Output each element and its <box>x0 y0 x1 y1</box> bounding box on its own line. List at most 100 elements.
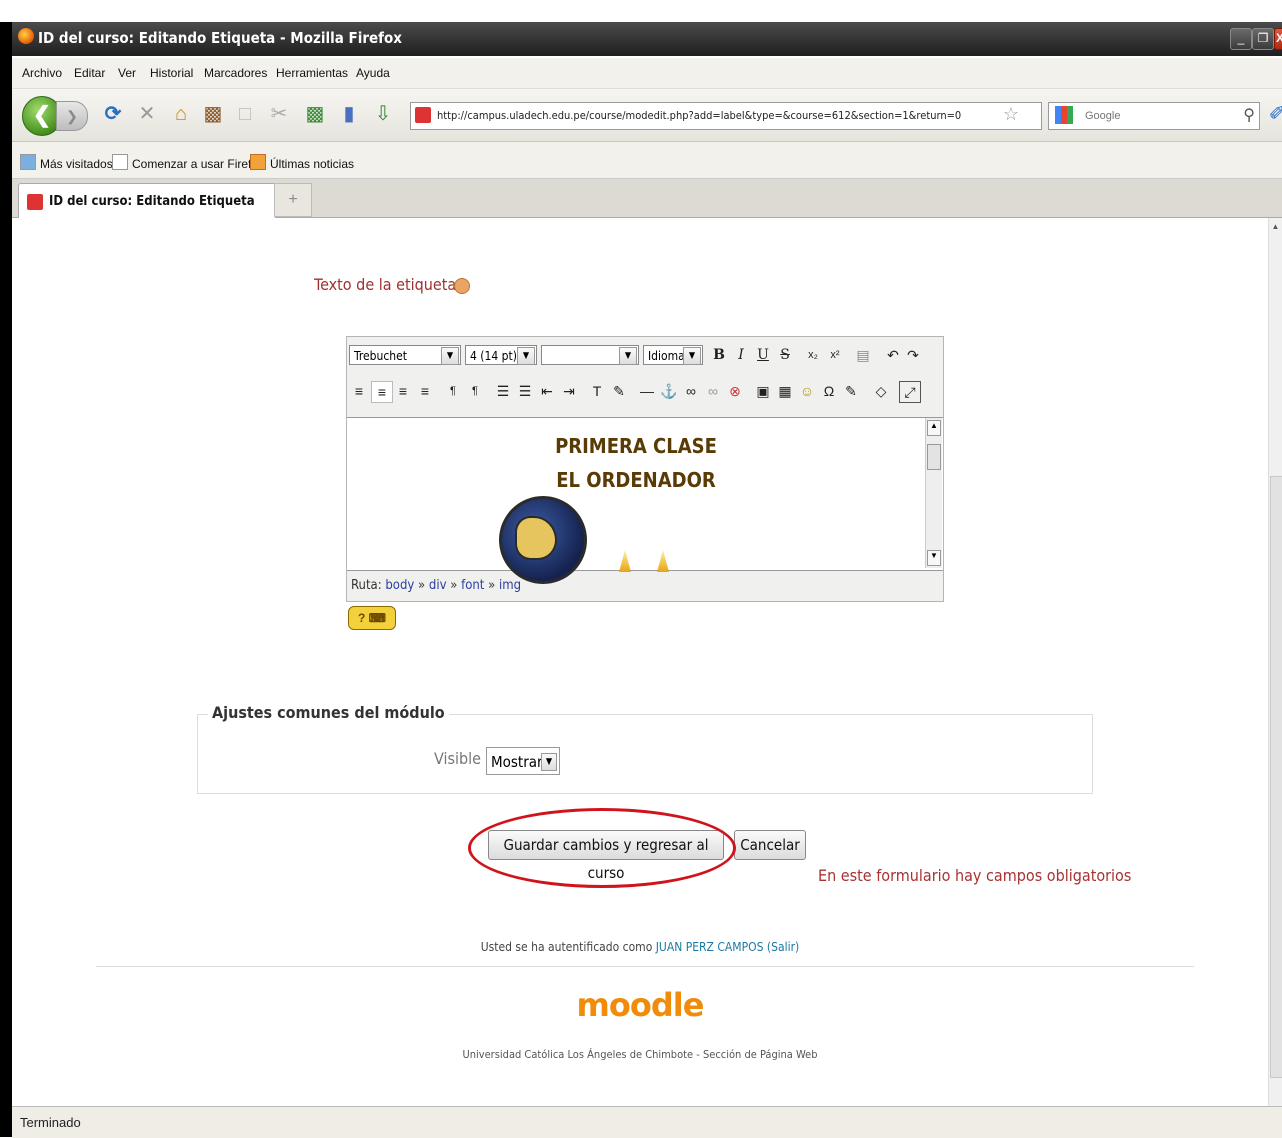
bookmark-latest-news[interactable]: Últimas noticias <box>250 154 354 171</box>
menu-historial[interactable]: Historial <box>150 66 193 80</box>
bookmark-label: Más visitados <box>40 157 113 171</box>
undo-icon[interactable]: ↶ <box>883 345 903 365</box>
unlink-icon[interactable]: ∞ <box>703 381 723 401</box>
paste-icon[interactable]: ▩ <box>200 101 226 127</box>
nolink-icon[interactable]: ⊗ <box>725 381 745 401</box>
chevron-down-icon: ▼ <box>441 347 459 365</box>
justify-icon[interactable]: ≡ <box>415 381 435 401</box>
copy-icon[interactable]: □ <box>232 101 258 127</box>
search-replace-icon[interactable]: ✎ <box>841 381 861 401</box>
url-text: http://campus.uladech.edu.pe/course/mode… <box>437 109 962 122</box>
stop-icon[interactable]: ✕ <box>134 101 160 127</box>
screen-top-margin <box>0 0 1282 22</box>
smiley-icon[interactable]: ☺ <box>797 381 817 401</box>
page-scroll-thumb[interactable] <box>1270 476 1282 1078</box>
home-icon[interactable]: ⌂ <box>168 101 194 127</box>
red-highlight-ellipse <box>468 808 736 888</box>
menu-archivo[interactable]: Archivo <box>22 66 62 80</box>
format-select[interactable]: ▼ <box>541 345 639 365</box>
bookmark-getting-started[interactable]: Comenzar a usar Firef... <box>112 154 261 171</box>
rtl-icon[interactable]: ¶ <box>465 381 485 401</box>
menu-ver[interactable]: Ver <box>118 66 136 80</box>
redo-icon[interactable]: ↷ <box>903 345 923 365</box>
address-bar[interactable]: http://campus.uladech.edu.pe/course/mode… <box>410 102 1042 130</box>
chevron-down-icon: ▼ <box>683 347 701 365</box>
link-icon[interactable]: ∞ <box>681 381 701 401</box>
insert-image-icon[interactable]: ▣ <box>753 381 773 401</box>
tab-editando-etiqueta[interactable]: ID del curso: Editando Etiqueta <box>18 183 276 218</box>
align-center-icon[interactable]: ≡ <box>371 381 393 403</box>
menu-marcadores[interactable]: Marcadores <box>204 66 267 80</box>
cancel-button[interactable]: Cancelar <box>734 830 806 860</box>
page-scrollbar[interactable]: ▲ <box>1268 218 1282 1106</box>
new-window-icon[interactable]: ▩ <box>302 101 328 127</box>
logout-link[interactable]: (Salir) <box>767 940 799 954</box>
star-icon[interactable]: ☆ <box>998 101 1024 127</box>
help-icon[interactable] <box>454 278 470 294</box>
bookmark-page-icon[interactable]: ▮ <box>336 101 362 127</box>
ordered-list-icon[interactable]: ☰ <box>493 381 513 401</box>
bookmark-most-visited[interactable]: Más visitados <box>20 154 113 171</box>
reload-icon[interactable]: ⟳ <box>100 101 126 127</box>
font-size-value: 4 (14 pt) <box>470 349 517 363</box>
path-img-link[interactable]: img <box>499 578 521 593</box>
cut-icon[interactable]: ✂ <box>266 101 292 127</box>
anchor-icon[interactable]: ⚓ <box>659 381 679 401</box>
align-left-icon[interactable]: ≡ <box>349 381 369 401</box>
menu-editar[interactable]: Editar <box>74 66 105 80</box>
font-family-select[interactable]: Trebuchet ▼ <box>349 345 461 365</box>
italic-icon[interactable]: I <box>731 345 751 365</box>
menu-herramientas[interactable]: Herramientas <box>276 66 348 80</box>
extension-icon[interactable]: ✐ <box>1264 101 1282 127</box>
language-value: Idioma <box>648 349 685 363</box>
clean-word-icon[interactable]: ▤ <box>853 345 873 365</box>
align-right-icon[interactable]: ≡ <box>393 381 413 401</box>
superscript-icon[interactable]: x² <box>825 345 845 365</box>
strikethrough-icon[interactable]: S <box>775 345 795 365</box>
search-box[interactable]: ⚲ <box>1048 102 1260 130</box>
user-link[interactable]: JUAN PERZ CAMPOS <box>656 940 764 954</box>
path-div-link[interactable]: div <box>429 578 447 593</box>
scroll-up-icon[interactable]: ▲ <box>1270 222 1281 236</box>
editor-scrollbar[interactable]: ▲ ▼ <box>925 418 942 568</box>
menu-bar: Archivo Editar Ver Historial Marcadores … <box>12 58 1282 89</box>
bold-icon[interactable]: B <box>709 345 729 365</box>
text-color-icon[interactable]: T <box>587 381 607 401</box>
navigation-toolbar: ❮ ❯ ⟳ ✕ ⌂ ▩ □ ✂ ▩ ▮ ⇩ http://campus.ulad… <box>12 89 1282 142</box>
fullscreen-icon[interactable]: ⤢ <box>899 381 921 403</box>
language-select[interactable]: Idioma ▼ <box>643 345 703 365</box>
underline-icon[interactable]: U <box>753 345 773 365</box>
unordered-list-icon[interactable]: ☰ <box>515 381 535 401</box>
path-prefix: Ruta: <box>351 578 382 593</box>
maximize-button[interactable]: ❐ <box>1252 28 1274 50</box>
moodle-logo[interactable]: moodle <box>12 986 1268 1024</box>
forward-icon[interactable]: ❯ <box>56 101 88 131</box>
path-body-link[interactable]: body <box>385 578 414 593</box>
search-input[interactable] <box>1083 106 1237 126</box>
minimize-button[interactable]: _ <box>1230 28 1252 50</box>
editor-help-icon[interactable]: ? ⌨ <box>348 606 396 630</box>
subscript-icon[interactable]: x₂ <box>803 345 823 365</box>
path-font-link[interactable]: font <box>461 578 484 593</box>
insert-table-icon[interactable]: ▦ <box>775 381 795 401</box>
scroll-thumb[interactable] <box>927 444 941 470</box>
outdent-icon[interactable]: ⇤ <box>537 381 557 401</box>
download-icon[interactable]: ⇩ <box>370 101 396 127</box>
visible-select[interactable]: Mostrar ▼ <box>486 747 560 775</box>
html-source-icon[interactable]: ◇ <box>871 381 891 401</box>
ltr-icon[interactable]: ¶ <box>443 381 463 401</box>
editor-content-area[interactable]: PRIMERA CLASE EL ORDENADOR ▲ ▼ <box>347 417 943 584</box>
new-tab-button[interactable]: + <box>274 183 312 217</box>
scroll-up-icon[interactable]: ▲ <box>927 420 941 436</box>
google-icon <box>1055 106 1073 124</box>
logged-in-info: Usted se ha autentificado como JUAN PERZ… <box>12 940 1268 954</box>
background-color-icon[interactable]: ✎ <box>609 381 629 401</box>
scroll-down-icon[interactable]: ▼ <box>927 550 941 566</box>
search-icon[interactable]: ⚲ <box>1243 105 1255 125</box>
special-char-icon[interactable]: Ω <box>819 381 839 401</box>
font-size-select[interactable]: 4 (14 pt) ▼ <box>465 345 537 365</box>
horizontal-rule-icon[interactable]: — <box>637 381 657 401</box>
close-button[interactable]: X <box>1274 28 1282 50</box>
indent-icon[interactable]: ⇥ <box>559 381 579 401</box>
menu-ayuda[interactable]: Ayuda <box>356 66 390 80</box>
